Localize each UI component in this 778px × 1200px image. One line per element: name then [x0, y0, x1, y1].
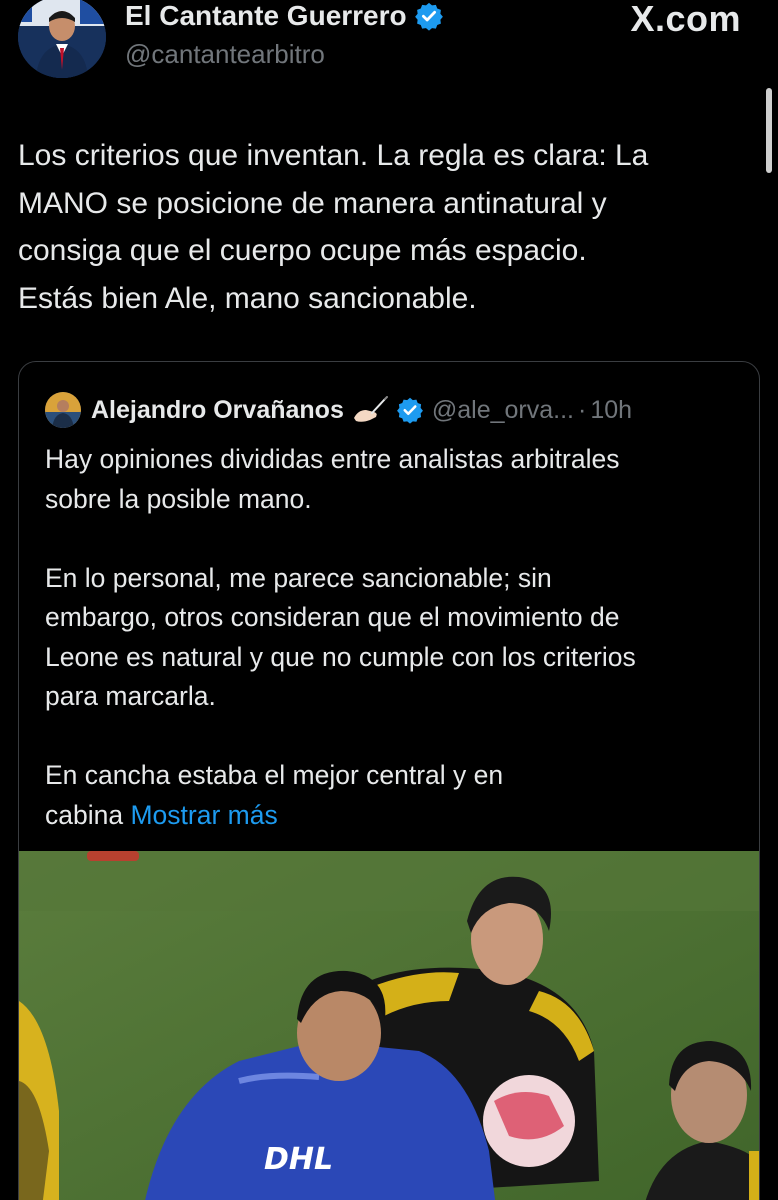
verified-badge-icon: [414, 2, 443, 31]
quoted-tweet-header: Alejandro Orvañanos @ale_orva... · 10h: [45, 392, 745, 428]
author-handle[interactable]: @cantantearbitro: [125, 39, 325, 70]
quoted-timestamp[interactable]: 10h: [590, 396, 632, 425]
tweet-line: Estás bien Ale, mano sancionable.: [18, 281, 477, 315]
tweet-line: Los criterios que inventan. La regla es …: [18, 139, 649, 172]
soccer-photo-illustration: DHL: [19, 851, 759, 1200]
quoted-tweet-text: Hay opiniones divididas entre analistas …: [45, 440, 745, 835]
tweet-text: Los criterios que inventan. La regla es …: [18, 132, 748, 322]
tweet-header: El Cantante Guerrero @cantantearbitro X.…: [0, 0, 778, 90]
quoted-tweet-photo[interactable]: DHL: [19, 851, 759, 1200]
separator-dot: ·: [577, 395, 587, 424]
quoted-author-avatar[interactable]: [45, 392, 81, 428]
quoted-author-handle[interactable]: @ale_orva...: [432, 396, 574, 425]
scrollbar[interactable]: [766, 88, 772, 173]
author-name[interactable]: El Cantante Guerrero: [125, 0, 444, 32]
quoted-tweet-body: Hay opiniones divididas entre analistas …: [45, 444, 636, 830]
verified-badge-icon: [396, 397, 423, 424]
author-name-text[interactable]: El Cantante Guerrero: [125, 0, 407, 32]
author-avatar[interactable]: [18, 0, 106, 78]
tweet-line: MANO se posicione de manera antinatural …: [18, 186, 607, 220]
quoted-tweet-card[interactable]: Alejandro Orvañanos @ale_orva... · 10h H…: [18, 361, 760, 1200]
jersey-sponsor: DHL: [264, 1142, 333, 1177]
quoted-author-name[interactable]: Alejandro Orvañanos: [91, 396, 344, 425]
x-logo: X.com: [630, 0, 741, 39]
tweet-line: consiga que el cuerpo ocupe más espacio.: [18, 234, 587, 267]
writing-hand-icon: [353, 396, 388, 422]
show-more-link[interactable]: Mostrar más: [130, 800, 277, 830]
